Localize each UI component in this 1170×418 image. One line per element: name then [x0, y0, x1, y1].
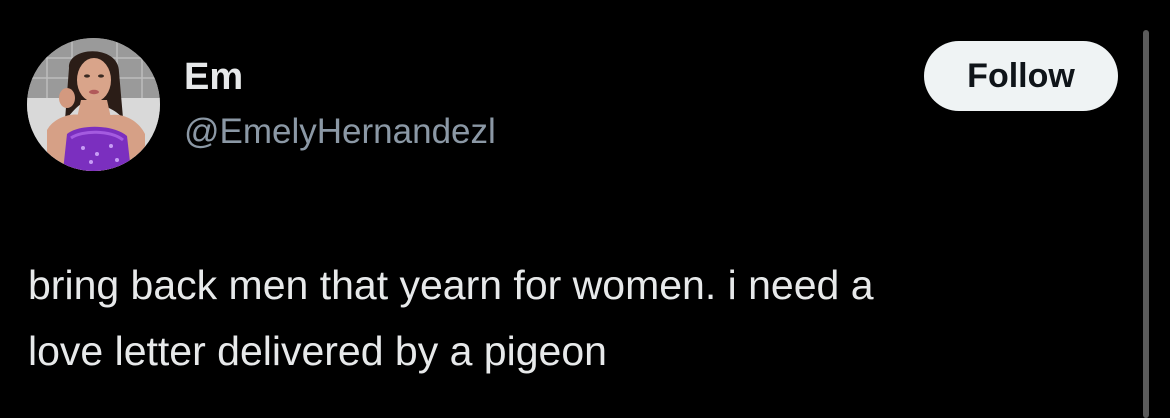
tweet-text-line: love letter delivered by a pigeon — [28, 328, 607, 374]
follow-button[interactable]: Follow — [924, 41, 1118, 111]
tweet-text-line: bring back men that yearn for women. i n… — [28, 262, 874, 308]
tweet-text: bring back men that yearn for women. i n… — [28, 252, 1128, 384]
author-display-name[interactable]: Em — [184, 55, 243, 99]
avatar[interactable] — [27, 38, 160, 171]
scrollbar[interactable] — [1143, 30, 1149, 418]
tweet-card: Em @EmelyHernandezl Follow bring back me… — [0, 0, 1170, 418]
author-handle[interactable]: @EmelyHernandezl — [184, 111, 496, 153]
profile-photo-icon — [27, 38, 160, 171]
